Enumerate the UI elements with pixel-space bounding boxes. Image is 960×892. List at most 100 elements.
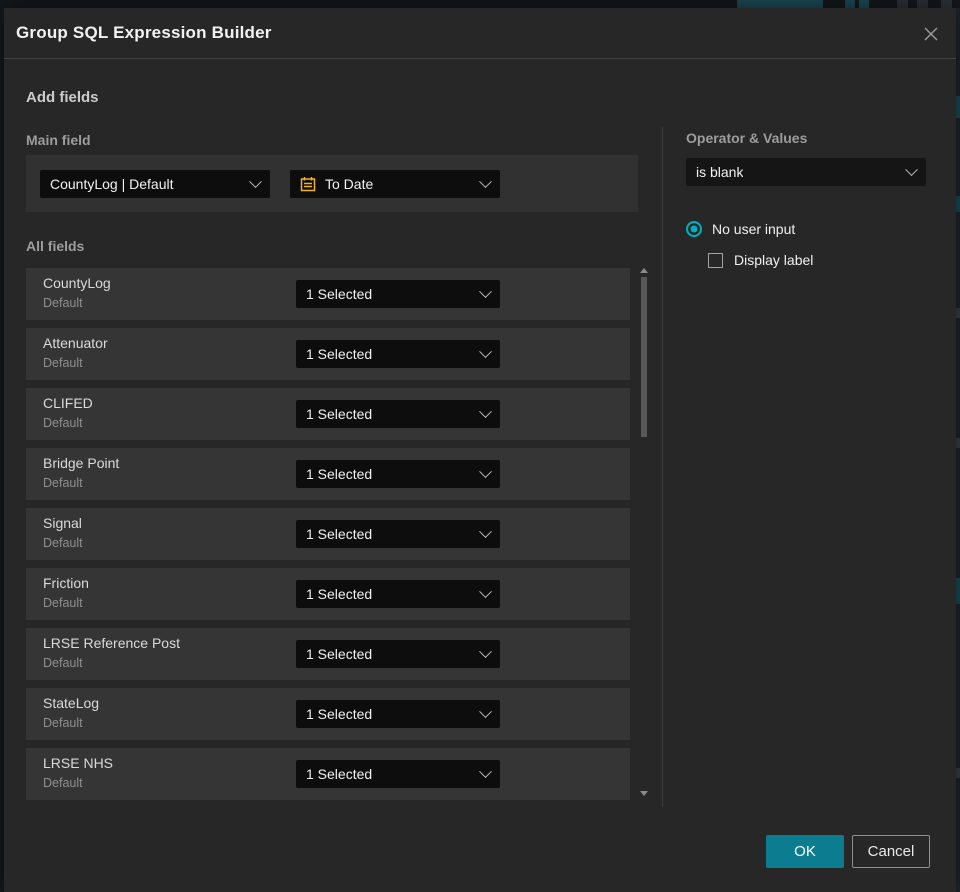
field-selected-dropdown[interactable]: 1 Selected [296,700,500,728]
fields-list-scrollbar[interactable] [640,268,648,798]
chevron-down-icon [479,644,492,658]
chevron-down-icon [479,174,492,188]
background-right-strip [956,8,960,892]
field-selected-value: 1 Selected [306,646,373,662]
field-sublabel: Default [43,776,83,790]
field-name: CountyLog [43,275,111,291]
cancel-button[interactable]: Cancel [852,835,930,868]
field-selected-dropdown[interactable]: 1 Selected [296,400,500,428]
background-content-fragment [956,196,960,212]
field-name: LRSE Reference Post [43,635,180,651]
field-sublabel: Default [43,656,83,670]
field-name: Friction [43,575,89,591]
background-topbar: Live view [0,0,960,8]
field-row: Attenuator Default 1 Selected [26,328,630,380]
field-selected-dropdown[interactable]: 1 Selected [296,280,500,308]
field-row: Signal Default 1 Selected [26,508,630,560]
field-selected-dropdown[interactable]: 1 Selected [296,760,500,788]
group-sql-expression-builder-dialog: Group SQL Expression Builder Add fields … [4,8,956,892]
chevron-down-icon [479,764,492,778]
main-field-panel: CountyLog | Default To Date [26,155,638,212]
background-toolbar-button [859,0,869,8]
field-sublabel: Default [43,536,83,550]
display-label-label: Display label [734,252,814,268]
ok-button[interactable]: OK [766,835,844,868]
field-name: StateLog [43,695,100,711]
operator-values-heading: Operator & Values [686,130,808,146]
calendar-icon [300,177,316,192]
checkbox-unchecked-icon [708,252,723,268]
field-row: LRSE Reference Post Default 1 Selected [26,628,630,680]
all-fields-heading: All fields [26,238,85,254]
chevron-down-icon [479,704,492,718]
all-fields-list: CountyLog Default 1 Selected Attenuator Defa… [26,268,630,800]
field-selected-value: 1 Selected [306,586,373,602]
chevron-down-icon [905,162,918,176]
no-user-input-label: No user input [712,221,796,237]
field-sublabel: Default [43,416,83,430]
field-name: Signal [43,515,82,531]
live-view-button[interactable]: Live view [737,0,823,8]
field-row: Bridge Point Default 1 Selected [26,448,630,500]
chevron-down-icon [249,174,262,188]
dialog-title: Group SQL Expression Builder [16,23,272,42]
background-toolbar-button [845,0,855,8]
field-selected-value: 1 Selected [306,526,373,542]
field-sublabel: Default [43,356,83,370]
field-selected-dropdown[interactable]: 1 Selected [296,460,500,488]
background-content-fragment [956,96,960,118]
no-user-input-radio[interactable]: No user input [686,221,795,237]
field-selected-value: 1 Selected [306,706,373,722]
field-type-select[interactable]: To Date [290,170,500,198]
field-sublabel: Default [43,716,83,730]
field-selected-value: 1 Selected [306,466,373,482]
field-row: CountyLog Default 1 Selected [26,268,630,320]
field-name: CLIFED [43,395,93,411]
field-row: StateLog Default 1 Selected [26,688,630,740]
background-content-fragment [956,308,960,318]
field-selected-dropdown[interactable]: 1 Selected [296,580,500,608]
background-toolbar-button [941,0,952,8]
background-content-fragment [956,438,960,448]
background-toolbar-button [917,0,928,8]
add-fields-heading: Add fields [26,89,99,106]
main-field-select[interactable]: CountyLog | Default [40,170,270,198]
chevron-down-icon [479,404,492,418]
main-field-select-value: CountyLog | Default [50,176,174,192]
background-toolbar-button [897,0,908,8]
field-name: LRSE NHS [43,755,114,771]
dialog-header: Group SQL Expression Builder [4,8,956,59]
scrollbar-thumb[interactable] [641,277,647,437]
scroll-down-icon[interactable] [640,791,648,796]
field-sublabel: Default [43,596,83,610]
scroll-up-icon[interactable] [640,268,648,273]
operator-select-value: is blank [696,164,744,180]
display-label-checkbox[interactable]: Display label [708,252,813,268]
operator-select[interactable]: is blank [686,158,926,186]
close-icon[interactable] [918,21,944,47]
field-name: Attenuator [43,335,108,351]
field-selected-dropdown[interactable]: 1 Selected [296,520,500,548]
field-selected-dropdown[interactable]: 1 Selected [296,340,500,368]
main-field-heading: Main field [26,132,91,148]
field-sublabel: Default [43,476,83,490]
chevron-down-icon [479,344,492,358]
chevron-down-icon [479,284,492,298]
field-row: LRSE NHS Default 1 Selected [26,748,630,800]
field-row: CLIFED Default 1 Selected [26,388,630,440]
field-name: Bridge Point [43,455,120,471]
field-selected-value: 1 Selected [306,766,373,782]
radio-selected-icon [686,221,702,237]
chevron-down-icon [479,584,492,598]
field-selected-value: 1 Selected [306,286,373,302]
field-selected-value: 1 Selected [306,406,373,422]
panel-divider [662,127,663,807]
field-row: Friction Default 1 Selected [26,568,630,620]
background-content-fragment [956,578,960,604]
live-view-label: Live view [758,0,816,2]
chevron-down-icon [479,464,492,478]
field-selected-dropdown[interactable]: 1 Selected [296,640,500,668]
field-type-select-value: To Date [325,176,374,192]
background-content-fragment [956,768,960,778]
field-selected-value: 1 Selected [306,346,373,362]
